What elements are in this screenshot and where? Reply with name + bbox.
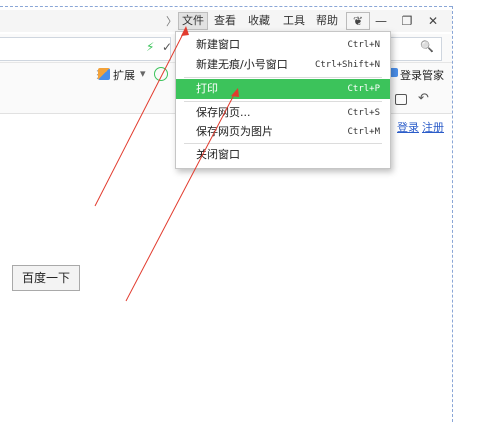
- annotation-arrow-file: [94, 27, 187, 207]
- arrowhead-icon: [231, 88, 239, 97]
- arrowhead-icon: [181, 26, 189, 36]
- annotation-arrows: [94, 26, 239, 302]
- annotation-arrow-print: [125, 90, 237, 302]
